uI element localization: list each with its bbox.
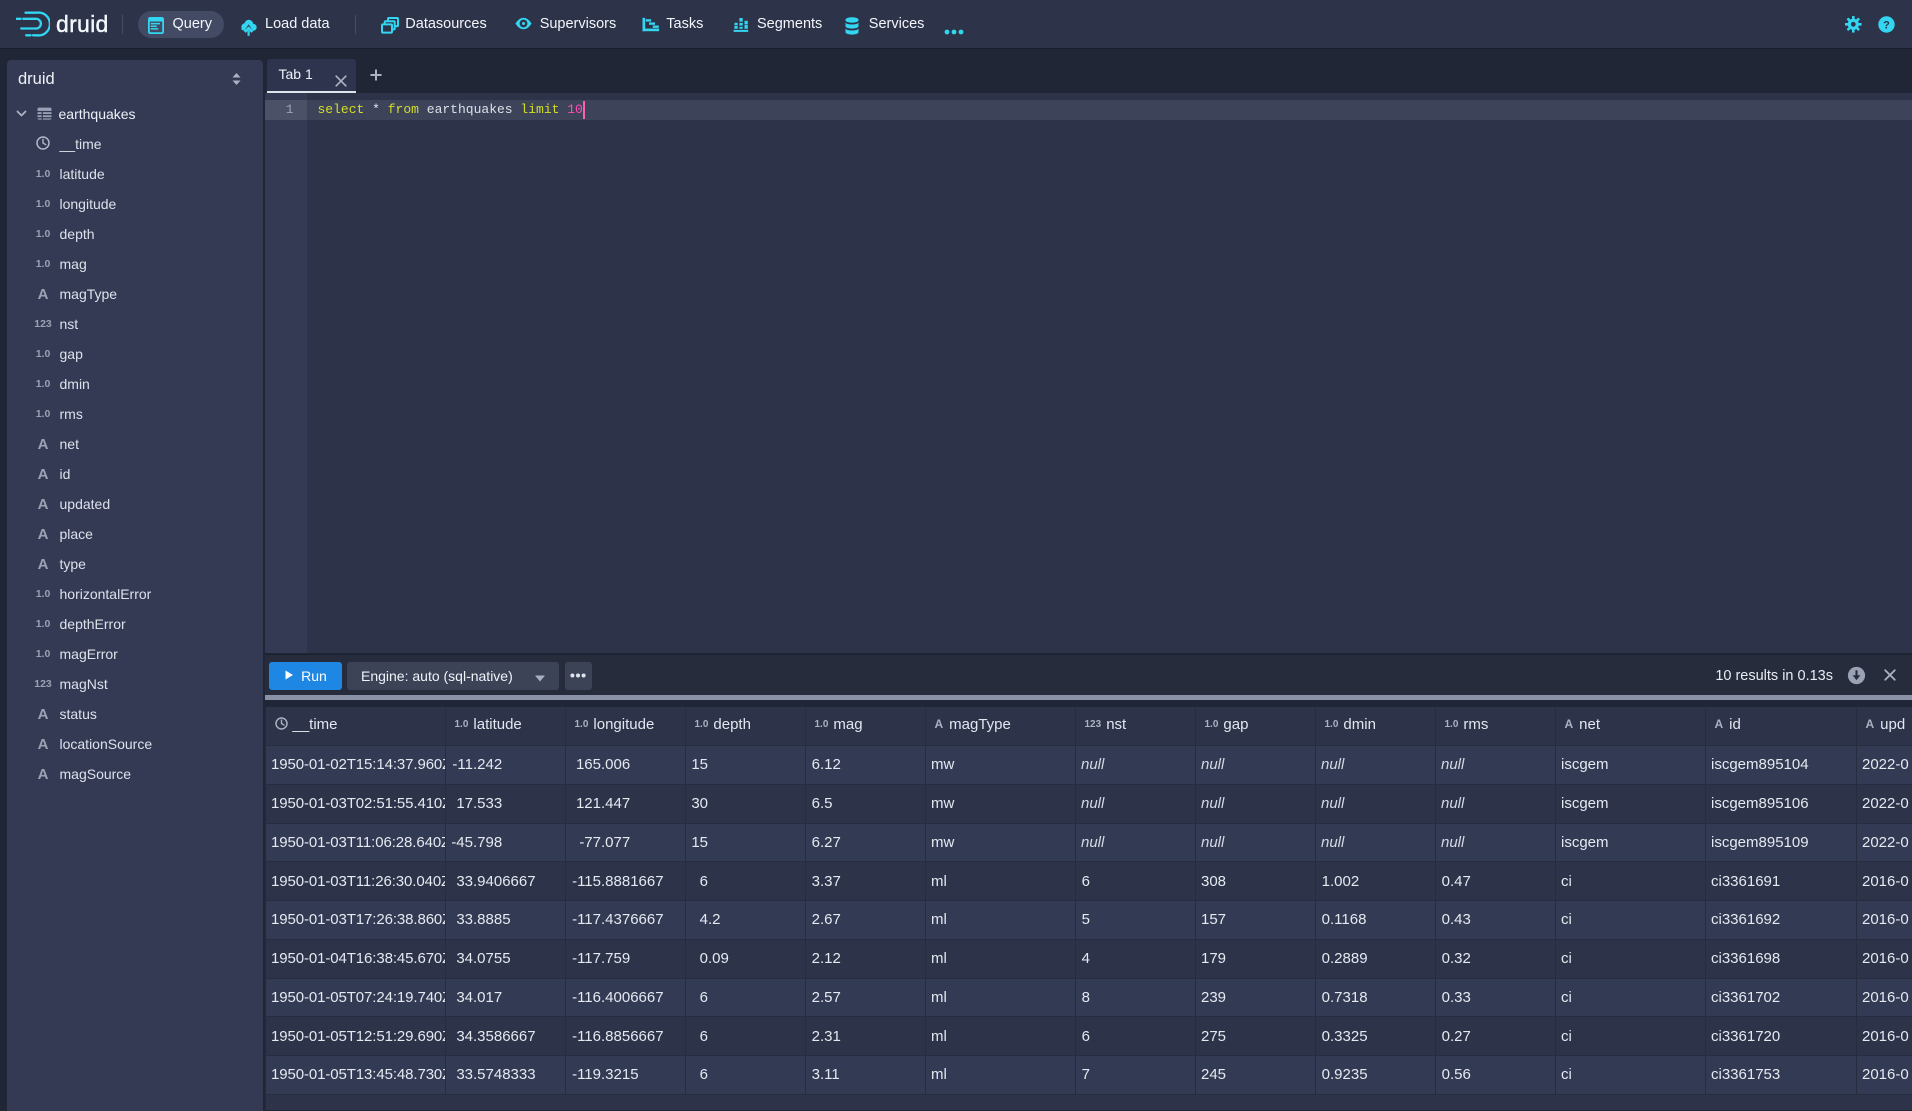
svg-text:?: ? <box>1883 19 1890 31</box>
